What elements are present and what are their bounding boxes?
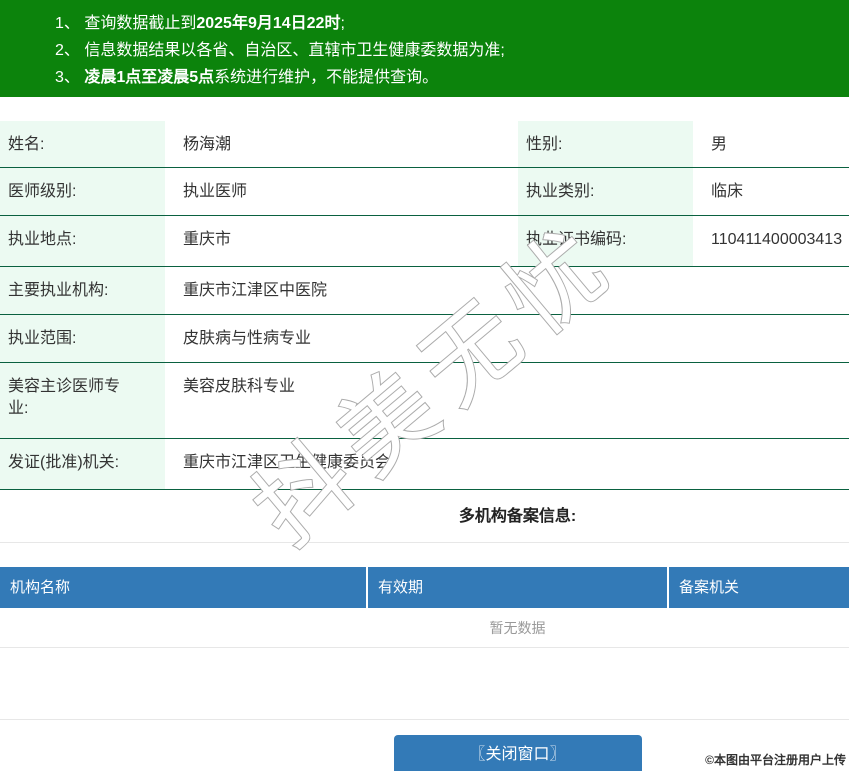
place-label: 执业地点: bbox=[0, 216, 165, 266]
notice-line-1: 1、 查询数据截止到2025年9月14日22时; bbox=[55, 10, 849, 37]
table-row: 主要执业机构: 重庆市江津区中医院 bbox=[0, 267, 849, 315]
column-header-org-name: 机构名称 bbox=[0, 567, 366, 608]
empty-data-message: 暂无数据 bbox=[0, 608, 849, 648]
name-label: 姓名: bbox=[0, 121, 165, 167]
category-value: 临床 bbox=[693, 168, 849, 215]
table-row: 执业范围: 皮肤病与性病专业 bbox=[0, 315, 849, 363]
table-row: 姓名: 杨海潮 性别: 男 bbox=[0, 121, 849, 168]
category-label: 执业类别: bbox=[518, 168, 693, 215]
notice-line-2: 2、 信息数据结果以各省、自治区、直辖市卫生健康委数据为准; bbox=[55, 37, 849, 64]
cosmetic-specialty-label: 美容主诊医师专业: bbox=[0, 363, 165, 438]
table-row: 医师级别: 执业医师 执业类别: 临床 bbox=[0, 168, 849, 216]
doctor-info-table: 姓名: 杨海潮 性别: 男 医师级别: 执业医师 执业类别: 临床 执业地点: … bbox=[0, 121, 849, 490]
table-row: 发证(批准)机关: 重庆市江津区卫生健康委员会 bbox=[0, 439, 849, 490]
main-org-value: 重庆市江津区中医院 bbox=[165, 267, 849, 314]
page: 1、 查询数据截止到2025年9月14日22时; 2、 信息数据结果以各省、自治… bbox=[0, 0, 849, 771]
level-value: 执业医师 bbox=[165, 168, 518, 215]
scope-label: 执业范围: bbox=[0, 315, 165, 362]
gender-value: 男 bbox=[693, 121, 849, 167]
registry-table-body bbox=[0, 648, 849, 720]
authority-value: 重庆市江津区卫生健康委员会 bbox=[165, 439, 849, 489]
notice-3-bold: 凌晨1点至凌晨5点 bbox=[84, 69, 214, 86]
gender-label: 性别: bbox=[518, 121, 693, 167]
registry-table-header: 机构名称 有效期 备案机关 bbox=[0, 567, 849, 608]
cosmetic-specialty-value: 美容皮肤科专业 bbox=[165, 363, 849, 438]
name-value: 杨海潮 bbox=[165, 121, 518, 167]
cert-code-value: 110411400003413 bbox=[693, 216, 849, 266]
query-result-window: 1、 查询数据截止到2025年9月14日22时; 2、 信息数据结果以各省、自治… bbox=[0, 0, 849, 771]
column-header-validity: 有效期 bbox=[368, 567, 667, 608]
table-row: 执业地点: 重庆市 执业证书编码: 110411400003413 bbox=[0, 216, 849, 267]
notice-3-text: 3、 bbox=[55, 69, 84, 86]
close-window-button[interactable]: 〖关闭窗口〗 bbox=[394, 735, 642, 771]
place-value: 重庆市 bbox=[165, 216, 518, 266]
notice-banner: 1、 查询数据截止到2025年9月14日22时; 2、 信息数据结果以各省、自治… bbox=[0, 0, 849, 97]
column-header-filing-authority: 备案机关 bbox=[669, 567, 849, 608]
notice-1-bold: 2025年9月14日22时 bbox=[196, 15, 340, 32]
scope-value: 皮肤病与性病专业 bbox=[165, 315, 849, 362]
upload-credit-text: ©本图由平台注册用户上传 bbox=[705, 751, 846, 768]
divider bbox=[0, 542, 849, 543]
notice-3-tail: 系统进行维护，不能提供查询。 bbox=[214, 69, 438, 86]
notice-line-3: 3、 凌晨1点至凌晨5点系统进行维护，不能提供查询。 bbox=[55, 64, 849, 91]
level-label: 医师级别: bbox=[0, 168, 165, 215]
cert-code-label: 执业证书编码: bbox=[518, 216, 693, 266]
main-org-label: 主要执业机构: bbox=[0, 267, 165, 314]
notice-2-text: 2、 信息数据结果以各省、自治区、直辖市卫生健康委数据为准; bbox=[55, 42, 505, 59]
notice-1-tail: ; bbox=[340, 15, 344, 32]
table-row: 美容主诊医师专业: 美容皮肤科专业 bbox=[0, 363, 849, 439]
authority-label: 发证(批准)机关: bbox=[0, 439, 165, 489]
notice-1-text: 1、 查询数据截止到 bbox=[55, 15, 196, 32]
multi-org-section-title: 多机构备案信息: bbox=[0, 508, 849, 526]
